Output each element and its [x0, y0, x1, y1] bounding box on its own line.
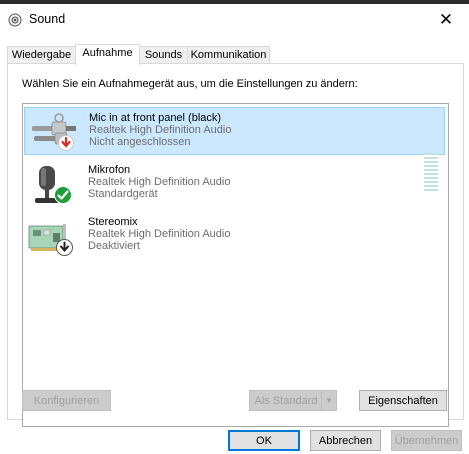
cancel-button[interactable]: Abbrechen — [310, 430, 381, 451]
tab-wiedergabe[interactable]: Wiedergabe — [7, 46, 76, 64]
device-item-stereomix[interactable]: Stereomix Realtek High Definition Audio … — [24, 212, 445, 260]
instruction-text: Wählen Sie ein Aufnahmegerät aus, um die… — [22, 78, 358, 90]
tab-sounds[interactable]: Sounds — [139, 46, 188, 64]
set-default-button[interactable]: Als Standard ▼ — [249, 390, 337, 411]
configure-button[interactable]: Konfigurieren — [22, 390, 111, 411]
level-meter — [424, 153, 438, 193]
apply-button[interactable]: Übernehmen — [391, 430, 462, 451]
title-bar[interactable]: Sound ✕ — [0, 4, 469, 36]
disabled-badge-icon — [56, 239, 73, 256]
chevron-down-icon[interactable]: ▼ — [321, 391, 336, 410]
ok-button[interactable]: OK — [228, 430, 300, 451]
speaker-icon — [8, 13, 22, 27]
device-item-mikrofon[interactable]: Mikrofon Realtek High Definition Audio S… — [24, 160, 445, 208]
default-check-badge-icon — [54, 186, 72, 204]
close-button[interactable]: ✕ — [423, 4, 469, 36]
window-title: Sound — [29, 12, 66, 26]
tab-aufnahme[interactable]: Aufnahme — [75, 44, 140, 65]
device-status: Nicht angeschlossen — [89, 136, 191, 148]
properties-button[interactable]: Eigenschaften — [359, 390, 447, 411]
unplugged-badge-icon — [58, 135, 74, 151]
device-name: Mic in at front panel (black) — [89, 112, 222, 124]
tab-kommunikation[interactable]: Kommunikation — [187, 46, 270, 64]
device-item-mic-front[interactable]: Mic in at front panel (black) Realtek Hi… — [24, 107, 445, 155]
device-name: Mikrofon — [88, 164, 131, 176]
device-name: Stereomix — [88, 216, 138, 228]
device-driver: Realtek High Definition Audio — [88, 228, 231, 240]
recording-panel: Wählen Sie ein Aufnahmegerät aus, um die… — [7, 63, 464, 427]
device-driver: Realtek High Definition Audio — [88, 176, 231, 188]
device-status: Deaktiviert — [88, 240, 140, 252]
device-list[interactable]: Mic in at front panel (black) Realtek Hi… — [22, 103, 449, 427]
set-default-label: Als Standard — [254, 395, 318, 407]
device-driver: Realtek High Definition Audio — [89, 124, 232, 136]
device-status: Standardgerät — [88, 188, 158, 200]
